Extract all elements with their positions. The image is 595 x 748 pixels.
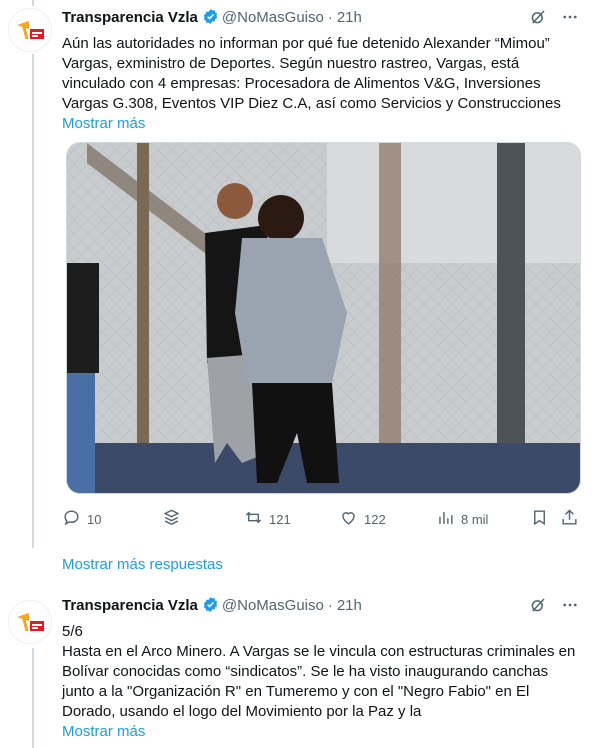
verified-badge-icon [202, 8, 219, 31]
bookmark-icon [530, 508, 549, 530]
like-button[interactable]: 122 [339, 508, 386, 530]
like-icon [339, 508, 358, 530]
reply-button[interactable]: 10 [62, 508, 101, 530]
thread-line-bottom [32, 648, 34, 748]
thread-line-top [32, 0, 34, 6]
share-button[interactable] [560, 508, 579, 530]
tweet-actions: 10 121 122 8 mil [62, 508, 582, 532]
repost-icon [244, 508, 263, 530]
tweet-header: Transparencia Vzla @NoMasGuiso · 21h [62, 596, 581, 616]
tweet-photo[interactable] [66, 142, 581, 494]
grok-icon[interactable] [529, 596, 547, 614]
author-name[interactable]: Transparencia Vzla [62, 9, 198, 26]
avatar[interactable] [8, 8, 52, 52]
reply-icon [62, 508, 81, 530]
show-more-link[interactable]: Mostrar más [62, 722, 581, 742]
tweet[interactable]: Transparencia Vzla @NoMasGuiso · 21h Aún la… [62, 8, 581, 134]
show-more-link[interactable]: Mostrar más [62, 114, 581, 134]
reply-count: 10 [87, 511, 102, 527]
more-icon[interactable] [561, 8, 579, 26]
show-more-replies-link[interactable]: Mostrar más respuestas [62, 556, 223, 573]
timestamp[interactable]: 21h [337, 9, 362, 26]
author-name[interactable]: Transparencia Vzla [62, 597, 198, 614]
tweet-header: Transparencia Vzla @NoMasGuiso · 21h [62, 8, 581, 28]
thread-line [32, 54, 34, 548]
tweet-text: 5/6 Hasta en el Arco Minero. A Vargas se… [62, 623, 576, 720]
separator-dot: · [327, 597, 333, 614]
separator-dot: · [327, 9, 333, 26]
more-icon[interactable] [561, 596, 579, 614]
avatar[interactable] [8, 600, 52, 644]
stack-icon [162, 508, 181, 530]
stack-button[interactable] [162, 508, 181, 530]
verified-badge-icon [202, 596, 219, 619]
timestamp[interactable]: 21h [337, 597, 362, 614]
repost-count: 121 [269, 511, 291, 527]
views-count: 8 mil [461, 511, 489, 527]
tweet[interactable]: Transparencia Vzla @NoMasGuiso · 21h 5/6 Ha… [62, 596, 581, 742]
tweet-text: Aún las autoridades no informan por qué … [62, 35, 561, 112]
bookmark-button[interactable] [530, 508, 549, 530]
grok-icon[interactable] [529, 8, 547, 26]
views-icon [436, 508, 455, 530]
like-count: 122 [364, 511, 386, 527]
repost-button[interactable]: 121 [244, 508, 291, 530]
share-icon [560, 508, 579, 530]
views-button[interactable]: 8 mil [436, 508, 488, 530]
author-handle[interactable]: @NoMasGuiso [222, 9, 324, 26]
author-handle[interactable]: @NoMasGuiso [222, 597, 324, 614]
